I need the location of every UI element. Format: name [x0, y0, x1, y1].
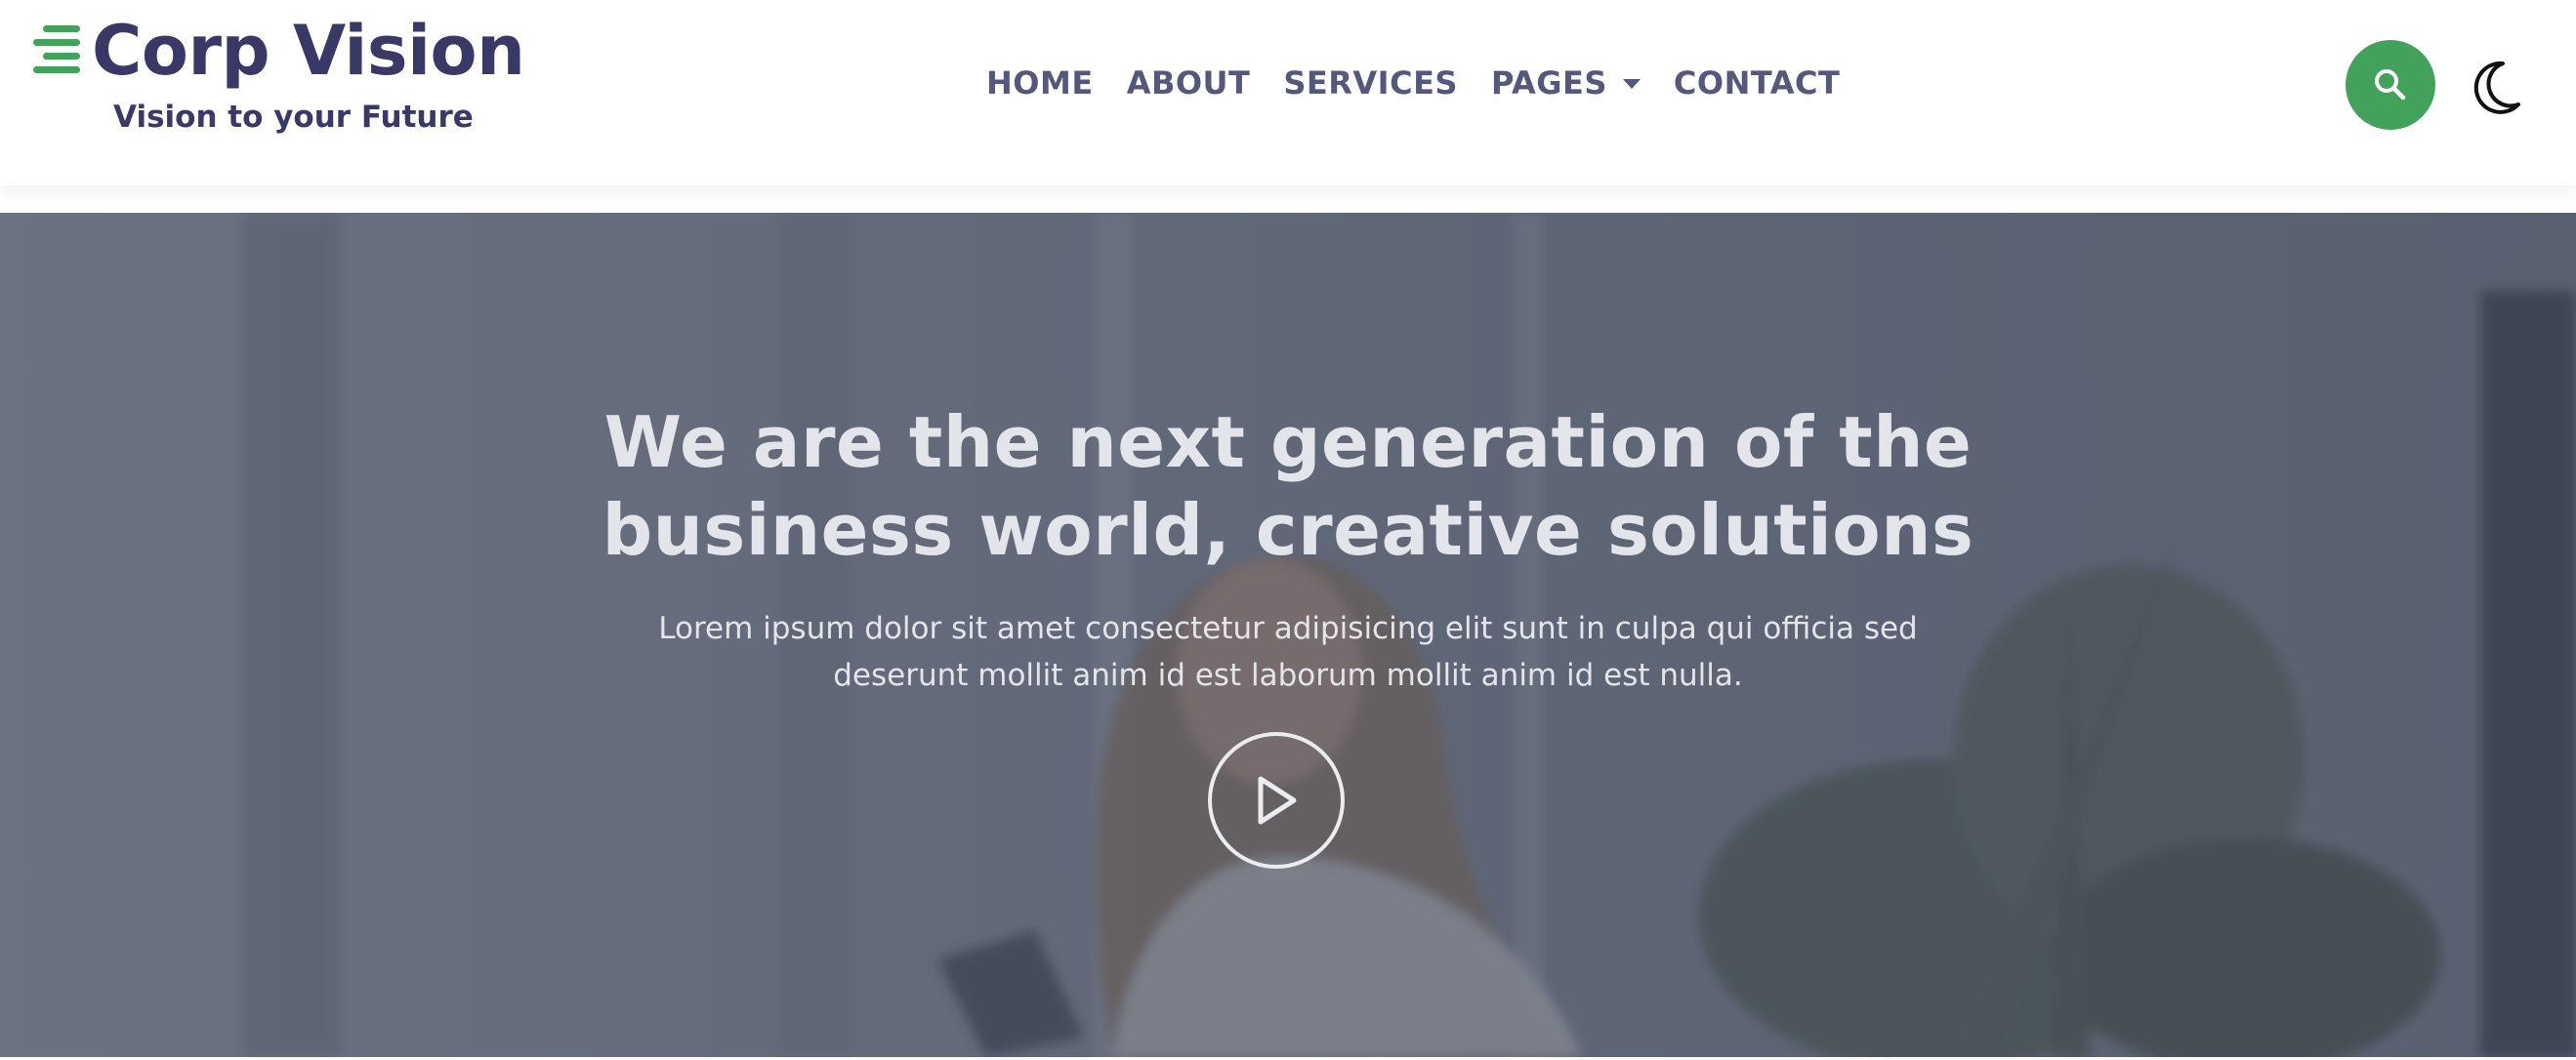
- nav-services[interactable]: SERVICES: [1283, 64, 1458, 102]
- chevron-down-icon: [1622, 79, 1641, 89]
- hero-title: We are the next generation of the busine…: [0, 398, 2576, 574]
- menu-lines-icon: [33, 25, 80, 73]
- dark-mode-toggle[interactable]: [2467, 57, 2525, 119]
- brand-name: Corp Vision: [92, 11, 525, 91]
- brand-logo[interactable]: Corp Vision Vision to your Future: [33, 8, 525, 144]
- hero-title-line-2: business world, creative solutions: [602, 489, 1974, 571]
- play-video-button[interactable]: [1208, 732, 1345, 869]
- nav-home[interactable]: HOME: [986, 64, 1094, 102]
- nav-about[interactable]: ABOUT: [1127, 64, 1251, 102]
- hero-description: Lorem ipsum dolor sit amet consectetur a…: [658, 611, 1918, 693]
- hero-section: We are the next generation of the busine…: [0, 213, 2576, 1057]
- hero-title-line-1: We are the next generation of the: [603, 401, 1973, 483]
- nav-pages-label: PAGES: [1490, 64, 1607, 102]
- search-button[interactable]: [2346, 40, 2435, 130]
- nav-pages-dropdown[interactable]: PAGES: [1491, 64, 1641, 102]
- nav-contact[interactable]: CONTACT: [1674, 64, 1840, 102]
- brand-tagline: Vision to your Future: [113, 100, 474, 135]
- search-icon: [2375, 69, 2406, 101]
- moon-icon: [2473, 61, 2520, 114]
- main-nav: HOME ABOUT SERVICES PAGES CONTACT: [986, 51, 1840, 115]
- site-header: Corp Vision Vision to your Future HOME A…: [0, 0, 2576, 185]
- hero-content: We are the next generation of the busine…: [0, 398, 2576, 699]
- play-icon: [1258, 776, 1297, 825]
